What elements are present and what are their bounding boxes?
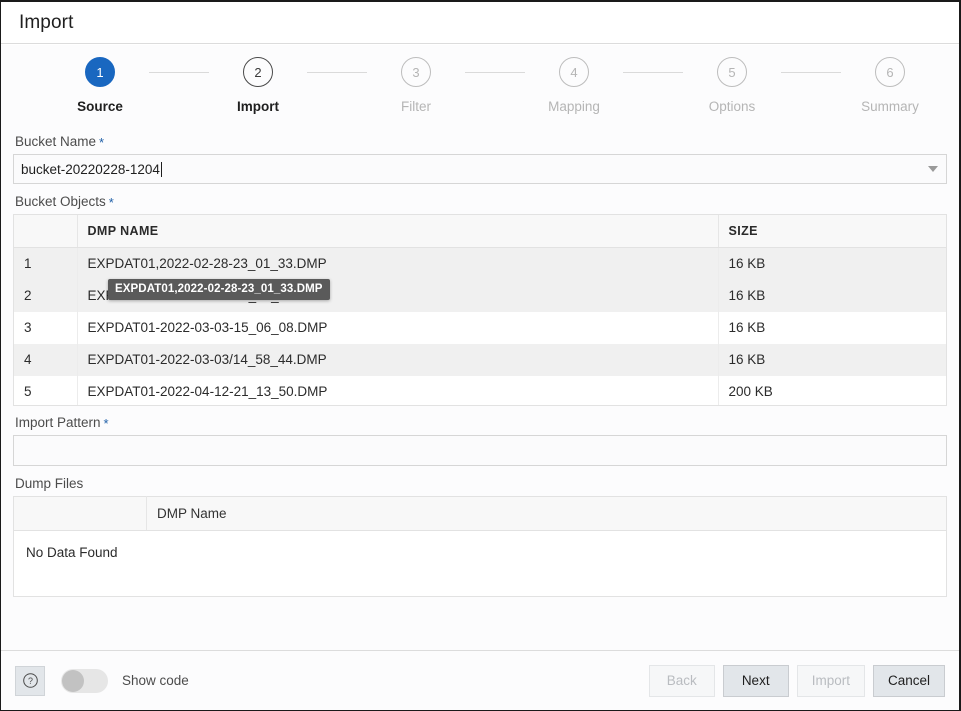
bucket-name-label-text: Bucket Name <box>15 134 96 149</box>
step-connector-1 <box>149 72 209 73</box>
next-button[interactable]: Next <box>723 665 789 697</box>
table-row[interactable]: 4 EXPDAT01-2022-03-03/14_58_44.DMP 16 KB <box>14 344 946 376</box>
step-connector-5 <box>781 72 841 73</box>
dump-files-table: DMP Name No Data Found <box>13 496 947 597</box>
row-dmp-name: EXPDAT01-2022-03-03/14_58_44.DMP <box>77 344 718 376</box>
svg-text:?: ? <box>28 676 33 686</box>
bucket-name-label: Bucket Name* <box>15 134 947 149</box>
step-options[interactable]: 5 Options <box>683 57 781 114</box>
bucket-objects-label: Bucket Objects* <box>15 194 947 209</box>
step-source-number: 1 <box>85 57 115 87</box>
col-header-size[interactable]: SIZE <box>718 215 946 248</box>
import-pattern-label: Import Pattern* <box>15 415 947 430</box>
step-summary-number: 6 <box>875 57 905 87</box>
row-index: 2 <box>14 280 77 312</box>
row-index: 1 <box>14 248 77 280</box>
step-summary-label: Summary <box>861 99 919 114</box>
row-index: 5 <box>14 376 77 407</box>
import-pattern-label-text: Import Pattern <box>15 415 101 430</box>
bucket-objects-table-scroll[interactable]: DMP NAME SIZE 1 EXPDAT01,2022-02-28-23_0… <box>13 214 947 406</box>
step-filter-number: 3 <box>401 57 431 87</box>
step-mapping-number: 4 <box>559 57 589 87</box>
show-code-label: Show code <box>122 673 189 688</box>
import-dialog-window: Import 1 Source 2 Import 3 Filter 4 Mapp… <box>0 0 961 711</box>
row-size: 16 KB <box>718 312 946 344</box>
import-pattern-input[interactable] <box>13 435 947 466</box>
row-size: 16 KB <box>718 280 946 312</box>
col-header-blank[interactable] <box>14 497 147 531</box>
required-asterisk: * <box>104 416 109 431</box>
step-source-label: Source <box>77 99 123 114</box>
row-index: 3 <box>14 312 77 344</box>
dmp-name-tooltip: EXPDAT01,2022-02-28-23_01_33.DMP <box>108 279 330 300</box>
step-summary[interactable]: 6 Summary <box>841 57 939 114</box>
table-row[interactable]: 1 EXPDAT01,2022-02-28-23_01_33.DMP 16 KB <box>14 248 946 280</box>
bucket-objects-group: Bucket Objects* DMP NAME SIZE 1 EX <box>13 194 947 406</box>
table-header-row: DMP NAME SIZE <box>14 215 946 248</box>
table-row[interactable]: 5 EXPDAT01-2022-04-12-21_13_50.DMP 200 K… <box>14 376 946 407</box>
row-index: 4 <box>14 344 77 376</box>
step-filter[interactable]: 3 Filter <box>367 57 465 114</box>
table-body: No Data Found <box>14 531 947 597</box>
footer-button-group: Back Next Import Cancel <box>649 665 945 697</box>
col-header-dmp-name[interactable]: DMP NAME <box>77 215 718 248</box>
required-asterisk: * <box>99 135 104 150</box>
step-connector-2 <box>307 72 367 73</box>
step-connector-4 <box>623 72 683 73</box>
table-body: 1 EXPDAT01,2022-02-28-23_01_33.DMP 16 KB… <box>14 248 946 407</box>
cancel-button[interactable]: Cancel <box>873 665 945 697</box>
bucket-name-value: bucket-20220228-1204 <box>21 162 160 177</box>
bucket-name-field-group: Bucket Name* bucket-20220228-1204 <box>13 134 947 184</box>
table-header: DMP NAME SIZE <box>14 215 946 248</box>
question-circle-icon: ? <box>22 672 39 689</box>
bucket-objects-table: DMP NAME SIZE 1 EXPDAT01,2022-02-28-23_0… <box>14 215 946 406</box>
step-connector-3 <box>465 72 525 73</box>
table-row[interactable]: 3 EXPDAT01-2022-03-03-15_06_08.DMP 16 KB <box>14 312 946 344</box>
step-options-number: 5 <box>717 57 747 87</box>
col-header-index[interactable] <box>14 215 77 248</box>
import-pattern-field-group: Import Pattern* <box>13 415 947 466</box>
row-size: 16 KB <box>718 344 946 376</box>
step-mapping-label: Mapping <box>548 99 600 114</box>
dialog-body: 1 Source 2 Import 3 Filter 4 Mapping 5 O… <box>1 45 959 650</box>
import-button[interactable]: Import <box>797 665 865 697</box>
chevron-down-icon[interactable] <box>928 166 938 172</box>
step-import-label: Import <box>237 99 279 114</box>
step-options-label: Options <box>709 99 756 114</box>
empty-state-row: No Data Found <box>14 531 947 597</box>
step-mapping[interactable]: 4 Mapping <box>525 57 623 114</box>
bucket-name-input[interactable]: bucket-20220228-1204 <box>13 154 947 184</box>
dump-files-group: Dump Files DMP Name No Data Found <box>13 476 947 597</box>
col-header-dmp-name[interactable]: DMP Name <box>147 497 947 531</box>
row-dmp-name: EXPDAT01-2022-03-03-15_06_08.DMP <box>77 312 718 344</box>
toggle-knob <box>62 670 84 692</box>
wizard-stepper: 1 Source 2 Import 3 Filter 4 Mapping 5 O… <box>13 45 947 114</box>
page-title: Import <box>19 12 73 34</box>
table-header: DMP Name <box>14 497 947 531</box>
dialog-footer: ? Show code Back Next Import Cancel <box>1 650 959 710</box>
dialog-titlebar: Import <box>1 2 959 44</box>
empty-state-message: No Data Found <box>14 531 947 597</box>
step-import[interactable]: 2 Import <box>209 57 307 114</box>
help-button[interactable]: ? <box>15 666 45 696</box>
show-code-toggle[interactable] <box>61 669 108 693</box>
bucket-objects-label-text: Bucket Objects <box>15 194 106 209</box>
row-size: 200 KB <box>718 376 946 407</box>
row-dmp-name: EXPDAT01,2022-02-28-23_01_33.DMP <box>77 248 718 280</box>
row-dmp-name: EXPDAT01-2022-04-12-21_13_50.DMP <box>77 376 718 407</box>
step-filter-label: Filter <box>401 99 431 114</box>
step-import-number: 2 <box>243 57 273 87</box>
row-size: 16 KB <box>718 248 946 280</box>
dump-files-label: Dump Files <box>15 476 947 491</box>
required-asterisk: * <box>109 195 114 210</box>
table-header-row: DMP Name <box>14 497 947 531</box>
back-button[interactable]: Back <box>649 665 715 697</box>
step-source[interactable]: 1 Source <box>51 57 149 114</box>
text-caret <box>161 162 162 177</box>
